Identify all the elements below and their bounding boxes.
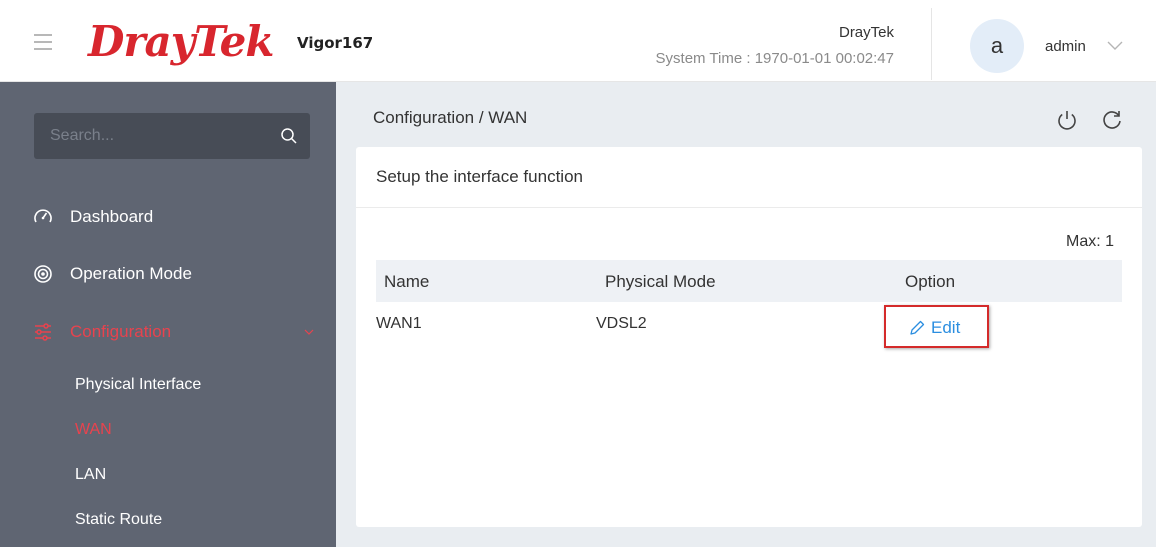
sidebar-subitem-label: LAN: [75, 466, 107, 483]
sidebar-subitem-label: Static Route: [75, 511, 163, 528]
chevron-down-icon[interactable]: [1105, 38, 1125, 52]
sidebar-item-configuration[interactable]: Configuration: [0, 312, 336, 352]
header-divider: [931, 8, 932, 80]
sidebar-subitem-lan[interactable]: LAN: [0, 459, 336, 491]
device-name: DrayTek: [838, 24, 894, 41]
main-content: Configuration / WAN Setup the interface …: [336, 82, 1156, 547]
max-count-label: Max: 1: [1065, 233, 1114, 250]
breadcrumb: Configuration / WAN: [373, 108, 528, 127]
system-time: System Time : 1970-01-01 00:02:47: [655, 50, 894, 67]
sidebar-item-label: Dashboard: [70, 207, 154, 226]
table-row: WAN1 VDSL2 Edit: [376, 302, 1122, 354]
sliders-icon: [35, 323, 51, 341]
user-name[interactable]: admin: [1045, 38, 1086, 55]
search-box: [34, 113, 310, 159]
operation-mode-icon: [34, 265, 52, 283]
sidebar-subitem-static-route[interactable]: Static Route: [0, 504, 336, 536]
chevron-down-icon: [304, 329, 314, 335]
column-header-physical-mode: Physical Mode: [605, 272, 716, 291]
column-header-option: Option: [905, 272, 956, 291]
avatar[interactable]: a: [970, 19, 1024, 73]
device-model: Vigor167: [297, 34, 374, 52]
power-icon[interactable]: [1055, 108, 1079, 132]
card-title: Setup the interface function: [376, 167, 583, 186]
refresh-icon[interactable]: [1100, 108, 1124, 132]
menu-toggle-icon[interactable]: [34, 34, 52, 50]
edit-label: Edit: [931, 318, 961, 337]
cell-physical-mode: VDSL2: [596, 315, 647, 332]
pencil-icon: [910, 320, 925, 335]
gauge-icon: [34, 209, 52, 223]
sidebar-item-label: Configuration: [70, 322, 172, 341]
sidebar-item-operation-mode[interactable]: Operation Mode: [0, 254, 336, 294]
sidebar-subitem-label: WAN: [75, 421, 112, 438]
search-input[interactable]: [34, 113, 274, 159]
sidebar-subitem-label: Physical Interface: [75, 376, 202, 393]
top-header: DrayTek Vigor167 DrayTek System Time : 1…: [0, 0, 1156, 82]
search-icon[interactable]: [280, 127, 298, 145]
sidebar-subitem-physical-interface[interactable]: Physical Interface: [0, 369, 336, 401]
wan-card: Setup the interface function Max: 1 Name…: [356, 147, 1142, 527]
column-header-name: Name: [384, 272, 430, 291]
cell-name: WAN1: [376, 315, 422, 332]
table-header: Name Physical Mode Option: [376, 260, 1122, 302]
sidebar: Dashboard Operation Mode Configuration P…: [0, 82, 336, 547]
sidebar-subitem-wan[interactable]: WAN: [0, 414, 336, 446]
edit-button[interactable]: Edit: [884, 305, 989, 348]
sidebar-item-label: Operation Mode: [70, 264, 192, 283]
card-divider: [356, 207, 1142, 208]
brand-logo[interactable]: DrayTek: [88, 14, 274, 70]
sidebar-item-dashboard[interactable]: Dashboard: [0, 197, 336, 237]
wan-table: Name Physical Mode Option WAN1 VDSL2 Edi…: [376, 260, 1122, 354]
